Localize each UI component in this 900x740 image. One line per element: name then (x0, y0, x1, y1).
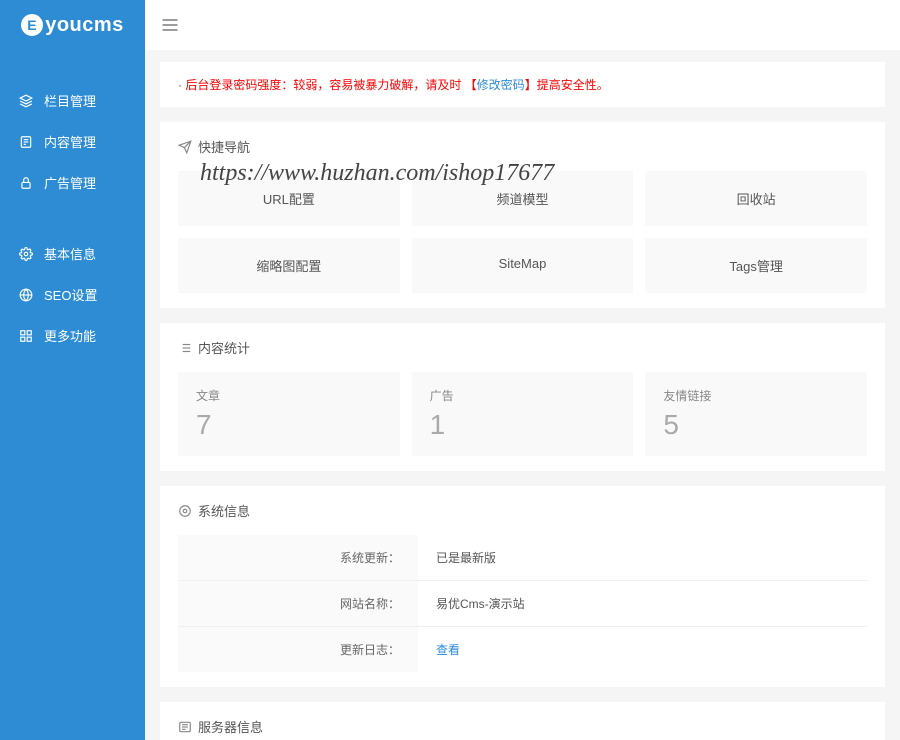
server-panel: 服务器信息 服务器系统： Linux 服务器环境： apache (160, 702, 885, 740)
stat-card-links[interactable]: 友情链接 5 (645, 372, 867, 456)
info-label: 系统更新： (178, 535, 418, 580)
change-password-link[interactable]: 修改密码 (477, 78, 525, 92)
table-row: 更新日志： 查看 (178, 627, 867, 672)
changelog-link[interactable]: 查看 (436, 643, 460, 657)
logo: Eyoucms (0, 0, 145, 50)
sidebar-item-content[interactable]: 内容管理 (0, 121, 145, 162)
sidebar-item-basic[interactable]: 基本信息 (0, 233, 145, 274)
stat-value: 1 (430, 409, 616, 441)
server-icon (178, 720, 192, 734)
system-panel: 系统信息 系统更新： 已是最新版 网站名称： 易优Cms-演示站 更新日志： 查… (160, 486, 885, 687)
info-label: 网站名称： (178, 581, 418, 626)
quicknav-tags[interactable]: Tags管理 (645, 238, 867, 293)
panel-title-text: 服务器信息 (198, 717, 263, 736)
panel-title: 快捷导航 (178, 137, 867, 156)
table-row: 系统更新： 已是最新版 (178, 535, 867, 581)
quicknav-sitemap[interactable]: SiteMap (412, 238, 634, 293)
quicknav-thumb-config[interactable]: 缩略图配置 (178, 238, 400, 293)
info-label: 更新日志： (178, 627, 418, 672)
sidebar-item-label: 更多功能 (44, 326, 96, 345)
lock-icon (18, 175, 34, 191)
topbar (145, 0, 900, 50)
stat-card-article[interactable]: 文章 7 (178, 372, 400, 456)
stat-value: 5 (663, 409, 849, 441)
panel-title: 服务器信息 (178, 717, 867, 736)
sidebar-item-more[interactable]: 更多功能 (0, 315, 145, 356)
quicknav-panel: 快捷导航 URL配置 频道模型 回收站 缩略图配置 SiteMap Tags管理 (160, 122, 885, 308)
info-value: 易优Cms-演示站 (418, 581, 867, 626)
stat-card-ads[interactable]: 广告 1 (412, 372, 634, 456)
security-alert: · 后台登录密码强度：较弱，容易被暴力破解，请及时 【修改密码】提高安全性。 (160, 62, 885, 107)
stat-label: 友情链接 (663, 387, 849, 404)
send-icon (178, 140, 192, 154)
globe-icon (18, 287, 34, 303)
stat-value: 7 (196, 409, 382, 441)
panel-title-text: 快捷导航 (198, 137, 250, 156)
sidebar-item-column[interactable]: 栏目管理 (0, 80, 145, 121)
quicknav-grid: URL配置 频道模型 回收站 缩略图配置 SiteMap Tags管理 (178, 171, 867, 293)
sidebar: Eyoucms 栏目管理 内容管理 广告管理 基本信息 SEO设置 (0, 0, 145, 740)
stats-grid: 文章 7 广告 1 友情链接 5 (178, 372, 867, 456)
panel-title-text: 系统信息 (198, 501, 250, 520)
settings-icon (178, 504, 192, 518)
quicknav-recycle[interactable]: 回收站 (645, 171, 867, 226)
sidebar-item-label: 内容管理 (44, 132, 96, 151)
grid-icon (18, 328, 34, 344)
hamburger-icon[interactable] (160, 15, 180, 35)
sidebar-item-label: 基本信息 (44, 244, 96, 263)
nav: 栏目管理 内容管理 广告管理 基本信息 SEO设置 更多功能 (0, 80, 145, 356)
layers-icon (18, 93, 34, 109)
sidebar-item-seo[interactable]: SEO设置 (0, 274, 145, 315)
alert-text-prefix: · 后台登录密码强度：较弱，容易被暴力破解，请及时 【 (178, 78, 477, 92)
panel-title: 系统信息 (178, 501, 867, 520)
sidebar-item-label: 广告管理 (44, 173, 96, 192)
document-icon (18, 134, 34, 150)
stat-label: 文章 (196, 387, 382, 404)
gear-icon (18, 246, 34, 262)
quicknav-channel-model[interactable]: 频道模型 (412, 171, 634, 226)
stats-panel: 内容统计 文章 7 广告 1 友情链接 5 (160, 323, 885, 471)
quicknav-url-config[interactable]: URL配置 (178, 171, 400, 226)
alert-text-suffix: 】提高安全性。 (525, 78, 609, 92)
sidebar-item-label: SEO设置 (44, 285, 97, 304)
panel-title-text: 内容统计 (198, 338, 250, 357)
panel-title: 内容统计 (178, 338, 867, 357)
stat-label: 广告 (430, 387, 616, 404)
list-icon (178, 341, 192, 355)
logo-icon: E (21, 14, 43, 36)
sidebar-item-label: 栏目管理 (44, 91, 96, 110)
logo-text: youcms (45, 14, 124, 37)
info-value: 查看 (418, 627, 867, 672)
main-content: · 后台登录密码强度：较弱，容易被暴力破解，请及时 【修改密码】提高安全性。 快… (145, 0, 900, 740)
table-row: 网站名称： 易优Cms-演示站 (178, 581, 867, 627)
system-table: 系统更新： 已是最新版 网站名称： 易优Cms-演示站 更新日志： 查看 (178, 535, 867, 672)
info-value: 已是最新版 (418, 535, 867, 580)
sidebar-item-ads[interactable]: 广告管理 (0, 162, 145, 203)
